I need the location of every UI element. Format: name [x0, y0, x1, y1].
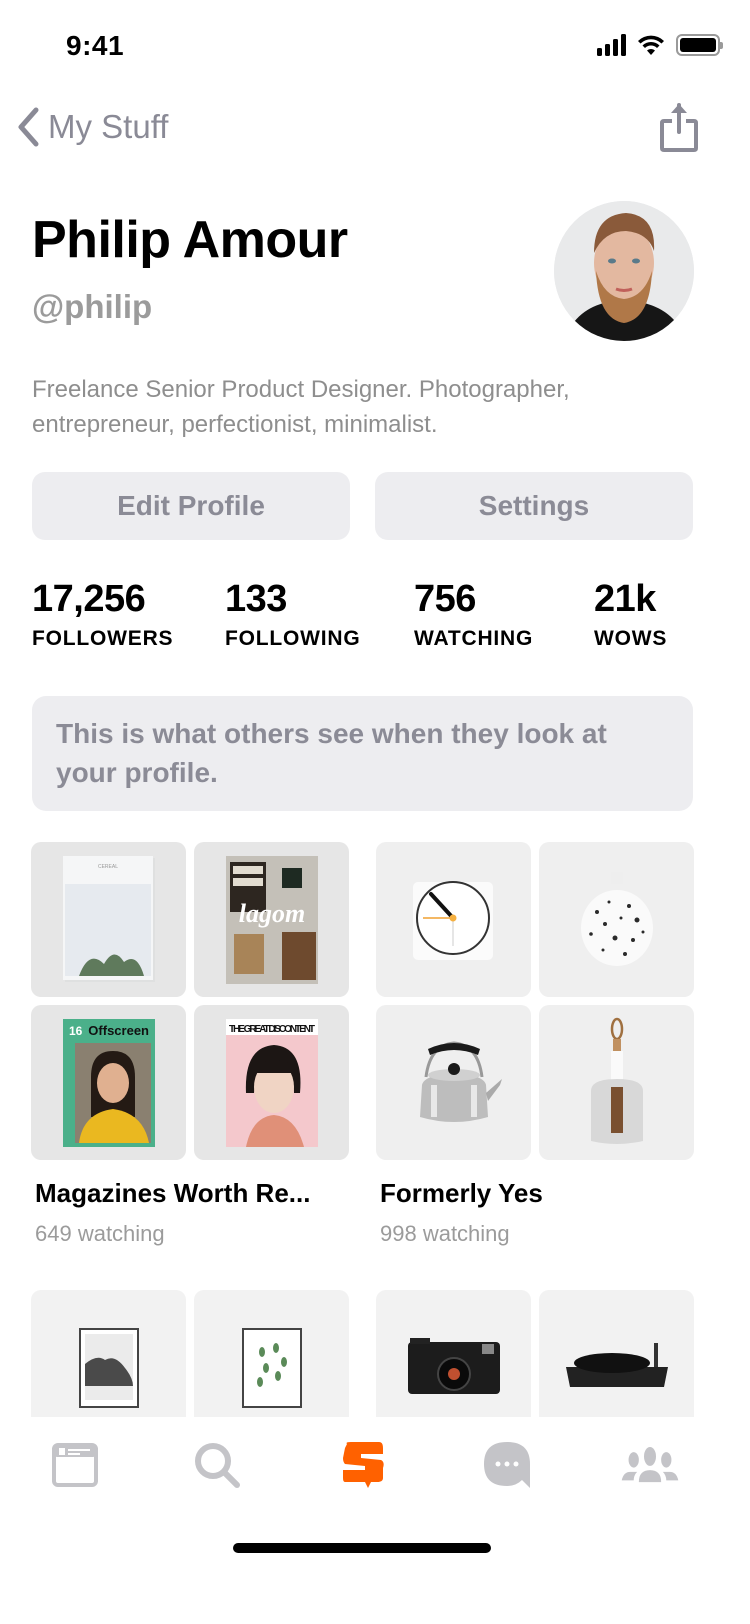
status-time: 9:41: [66, 30, 125, 61]
collection-watching-count: 649 watching: [35, 1221, 165, 1246]
collection-item-image: THE GREAT DISCONTENT: [194, 1005, 349, 1160]
settings-button[interactable]: Settings: [375, 472, 693, 540]
collection-item-image: [376, 842, 531, 997]
collection-card[interactable]: CEREAL lagom 16 Offscreen THE GREAT DISC…: [31, 842, 349, 1247]
svg-text:THE GREAT DISCONTENT: THE GREAT DISCONTENT: [229, 1024, 315, 1035]
stat-label: FOLLOWERS: [32, 627, 174, 650]
back-button[interactable]: My Stuff: [16, 106, 168, 148]
share-icon: [660, 103, 698, 152]
tab-feed[interactable]: [45, 1435, 105, 1495]
brand-logo-icon: [343, 1442, 384, 1488]
collection-item-image: CEREAL: [31, 842, 186, 997]
stat-value: 133: [225, 578, 287, 620]
stat-label: FOLLOWING: [225, 627, 361, 650]
profile-preview-notice: This is what others see when they look a…: [32, 696, 693, 811]
share-button[interactable]: [660, 102, 698, 157]
edit-profile-button[interactable]: Edit Profile: [32, 472, 350, 540]
status-icons: [597, 34, 723, 56]
collection-item-image: [376, 1005, 531, 1160]
tab-home[interactable]: [333, 1435, 393, 1495]
tab-messages[interactable]: [477, 1435, 537, 1495]
avatar[interactable]: [554, 201, 694, 341]
stat-followers[interactable]: 17,256 FOLLOWERS: [32, 578, 173, 651]
battery-icon: [676, 34, 723, 56]
svg-text:lagom: lagom: [238, 899, 304, 928]
profile-name: Philip Amour: [32, 211, 348, 269]
stat-watching[interactable]: 756 WATCHING: [414, 578, 533, 651]
profile-bio: Freelance Senior Product Designer. Photo…: [32, 376, 570, 438]
collection-item-image: lagom: [194, 842, 349, 997]
collection-title: Formerly Yes: [380, 1178, 543, 1208]
stat-wows[interactable]: 21k WOWS: [594, 578, 667, 651]
back-label: My Stuff: [48, 108, 169, 145]
collection-item-image: [539, 1005, 694, 1160]
stat-label: WATCHING: [414, 627, 534, 650]
stat-value: 17,256: [32, 578, 146, 620]
home-indicator[interactable]: [233, 1543, 491, 1553]
chevron-left-icon: [18, 107, 39, 147]
search-icon: [195, 1443, 240, 1488]
stat-following[interactable]: 133 FOLLOWING: [225, 578, 361, 651]
collection-item-image: 16 Offscreen: [31, 1005, 186, 1160]
status-bar: 9:41: [0, 0, 750, 90]
svg-text:16: 16: [69, 1024, 83, 1038]
tab-search[interactable]: [187, 1435, 247, 1495]
tab-bar: [0, 1417, 750, 1624]
collection-thumbnails: CEREAL lagom 16 Offscreen THE GREAT DISC…: [31, 842, 349, 1160]
feed-icon: [52, 1443, 98, 1487]
profile-handle: @philip: [32, 288, 153, 325]
collection-card[interactable]: Formerly Yes 998 watching: [376, 842, 694, 1247]
collection-item-image: [539, 842, 694, 997]
stat-value: 756: [414, 578, 476, 620]
chat-bubble-icon: [484, 1442, 530, 1488]
svg-text:CEREAL: CEREAL: [97, 864, 117, 870]
avatar-photo: [554, 201, 694, 341]
people-icon: [621, 1447, 679, 1483]
cellular-signal-icon: [597, 34, 626, 56]
wifi-icon: [638, 35, 664, 55]
nav-bar: My Stuff: [0, 100, 750, 160]
svg-text:Offscreen: Offscreen: [88, 1023, 149, 1038]
collection-title: Magazines Worth Re...: [35, 1178, 311, 1208]
tab-community[interactable]: [620, 1435, 680, 1495]
collection-thumbnails: [376, 842, 694, 1160]
stat-value: 21k: [594, 578, 656, 620]
stat-label: WOWS: [594, 627, 668, 650]
collection-watching-count: 998 watching: [380, 1221, 510, 1246]
